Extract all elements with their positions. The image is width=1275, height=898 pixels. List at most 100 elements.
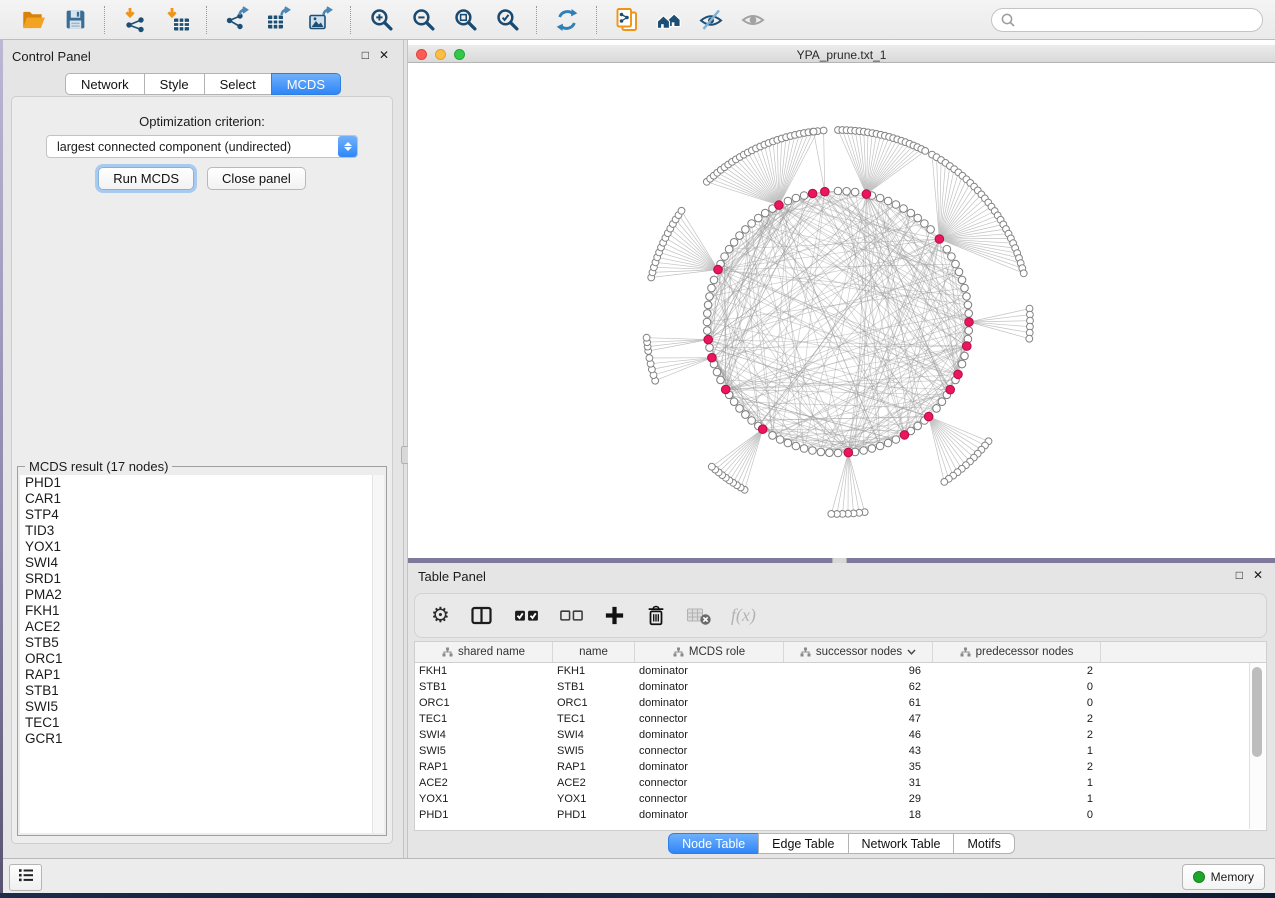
table-row-FKH1[interactable]: FKH1FKH1dominator962 — [415, 663, 1266, 679]
table-settings-gear-icon[interactable]: ⚙ — [429, 601, 452, 631]
export-image-icon[interactable] — [306, 5, 336, 35]
hide-graphics-icon[interactable] — [696, 5, 726, 35]
cell[interactable]: ACE2 — [415, 777, 553, 789]
refresh-layout-icon[interactable] — [552, 5, 582, 35]
tab-network-table[interactable]: Network Table — [848, 833, 955, 854]
tab-node-table[interactable]: Node Table — [668, 833, 759, 854]
mcds-result-item[interactable]: ACE2 — [20, 619, 384, 635]
cell[interactable]: 43 — [784, 745, 933, 757]
cell[interactable]: connector — [635, 713, 784, 725]
cell[interactable]: dominator — [635, 729, 784, 741]
save-session-icon[interactable] — [60, 5, 90, 35]
cell[interactable]: SWI4 — [415, 729, 553, 741]
mcds-result-item[interactable]: RAP1 — [20, 667, 384, 683]
export-table-icon[interactable] — [264, 5, 294, 35]
mcds-result-item[interactable]: STB1 — [20, 683, 384, 699]
cell[interactable]: 35 — [784, 761, 933, 773]
cell[interactable]: TEC1 — [553, 713, 635, 725]
tab-motifs[interactable]: Motifs — [953, 833, 1014, 854]
cell[interactable]: ACE2 — [553, 777, 635, 789]
cell[interactable]: 2 — [933, 713, 1101, 725]
cell[interactable]: YOX1 — [553, 793, 635, 805]
window-zoom-traffic-light[interactable] — [454, 49, 465, 60]
column-header-predecessor-nodes[interactable]: predecessor nodes — [933, 642, 1101, 662]
cell[interactable]: YOX1 — [415, 793, 553, 805]
cell[interactable]: STB1 — [415, 681, 553, 693]
table-row-PHD1[interactable]: PHD1PHD1dominator180 — [415, 807, 1266, 823]
tab-edge-table[interactable]: Edge Table — [758, 833, 848, 854]
mcds-result-item[interactable]: CAR1 — [20, 491, 384, 507]
float-table-panel-icon[interactable]: □ — [1236, 569, 1243, 581]
close-panel-icon[interactable]: ✕ — [379, 49, 389, 61]
cell[interactable]: STB1 — [553, 681, 635, 693]
cell[interactable]: 47 — [784, 713, 933, 725]
split-columns-icon[interactable] — [467, 601, 496, 631]
mcds-result-item[interactable]: SWI5 — [20, 699, 384, 715]
mcds-result-item[interactable]: SWI4 — [20, 555, 384, 571]
tab-style[interactable]: Style — [144, 73, 205, 95]
table-row-SWI4[interactable]: SWI4SWI4dominator462 — [415, 727, 1266, 743]
cell[interactable]: PHD1 — [415, 809, 553, 821]
zoom-in-icon[interactable] — [366, 5, 396, 35]
cell[interactable]: SWI4 — [553, 729, 635, 741]
zoom-fit-icon[interactable] — [450, 5, 480, 35]
deselect-all-rows-icon[interactable] — [557, 601, 586, 631]
zoom-selected-icon[interactable] — [492, 5, 522, 35]
cell[interactable]: 46 — [784, 729, 933, 741]
create-column-icon[interactable] — [601, 601, 628, 631]
cell[interactable]: PHD1 — [553, 809, 635, 821]
cell[interactable]: 0 — [933, 809, 1101, 821]
import-network-icon[interactable] — [120, 5, 150, 35]
cell[interactable]: TEC1 — [415, 713, 553, 725]
cell[interactable]: 0 — [933, 697, 1101, 709]
close-table-panel-icon[interactable]: ✕ — [1253, 569, 1263, 581]
cell[interactable]: connector — [635, 777, 784, 789]
share-document-icon[interactable] — [612, 5, 642, 35]
mcds-result-item[interactable]: FKH1 — [20, 603, 384, 619]
window-minimize-traffic-light[interactable] — [435, 49, 446, 60]
list-scrollbar[interactable] — [372, 475, 384, 833]
cell[interactable]: 18 — [784, 809, 933, 821]
table-row-TEC1[interactable]: TEC1TEC1connector472 — [415, 711, 1266, 727]
cell[interactable]: dominator — [635, 665, 784, 677]
mcds-result-item[interactable]: STP4 — [20, 507, 384, 523]
import-table-icon[interactable] — [162, 5, 192, 35]
cell[interactable]: connector — [635, 745, 784, 757]
mcds-result-item[interactable]: SRD1 — [20, 571, 384, 587]
cell[interactable]: 2 — [933, 665, 1101, 677]
table-scrollbar-thumb[interactable] — [1252, 667, 1262, 757]
table-scrollbar[interactable] — [1249, 663, 1265, 829]
cell[interactable]: ORC1 — [553, 697, 635, 709]
mcds-result-item[interactable]: ORC1 — [20, 651, 384, 667]
table-row-YOX1[interactable]: YOX1YOX1connector291 — [415, 791, 1266, 807]
houses-icon[interactable] — [654, 5, 684, 35]
cell[interactable]: 31 — [784, 777, 933, 789]
cell[interactable]: 61 — [784, 697, 933, 709]
cell[interactable]: 1 — [933, 777, 1101, 789]
export-network-icon[interactable] — [222, 5, 252, 35]
cell[interactable]: connector — [635, 793, 784, 805]
cell[interactable]: 1 — [933, 793, 1101, 805]
cell[interactable]: 62 — [784, 681, 933, 693]
tab-select[interactable]: Select — [204, 73, 272, 95]
mcds-result-item[interactable]: STB5 — [20, 635, 384, 651]
table-row-ORC1[interactable]: ORC1ORC1dominator610 — [415, 695, 1266, 711]
delete-columns-icon[interactable] — [643, 601, 669, 631]
tab-mcds[interactable]: MCDS — [271, 73, 341, 95]
cell[interactable]: dominator — [635, 809, 784, 821]
float-panel-icon[interactable]: □ — [362, 49, 369, 61]
column-header-successor-nodes[interactable]: successor nodes — [784, 642, 933, 662]
mcds-result-list[interactable]: PHD1CAR1STP4TID3YOX1SWI4SRD1PMA2FKH1ACE2… — [20, 475, 384, 833]
cell[interactable]: RAP1 — [553, 761, 635, 773]
cell[interactable]: dominator — [635, 761, 784, 773]
memory-button[interactable]: Memory — [1182, 864, 1265, 890]
cell[interactable]: SWI5 — [415, 745, 553, 757]
cell[interactable]: 0 — [933, 681, 1101, 693]
tab-network[interactable]: Network — [65, 73, 145, 95]
mcds-result-item[interactable]: TEC1 — [20, 715, 384, 731]
cell[interactable]: 96 — [784, 665, 933, 677]
task-history-button[interactable] — [9, 864, 42, 891]
zoom-out-icon[interactable] — [408, 5, 438, 35]
search-input[interactable] — [1021, 12, 1254, 28]
mcds-result-item[interactable]: YOX1 — [20, 539, 384, 555]
